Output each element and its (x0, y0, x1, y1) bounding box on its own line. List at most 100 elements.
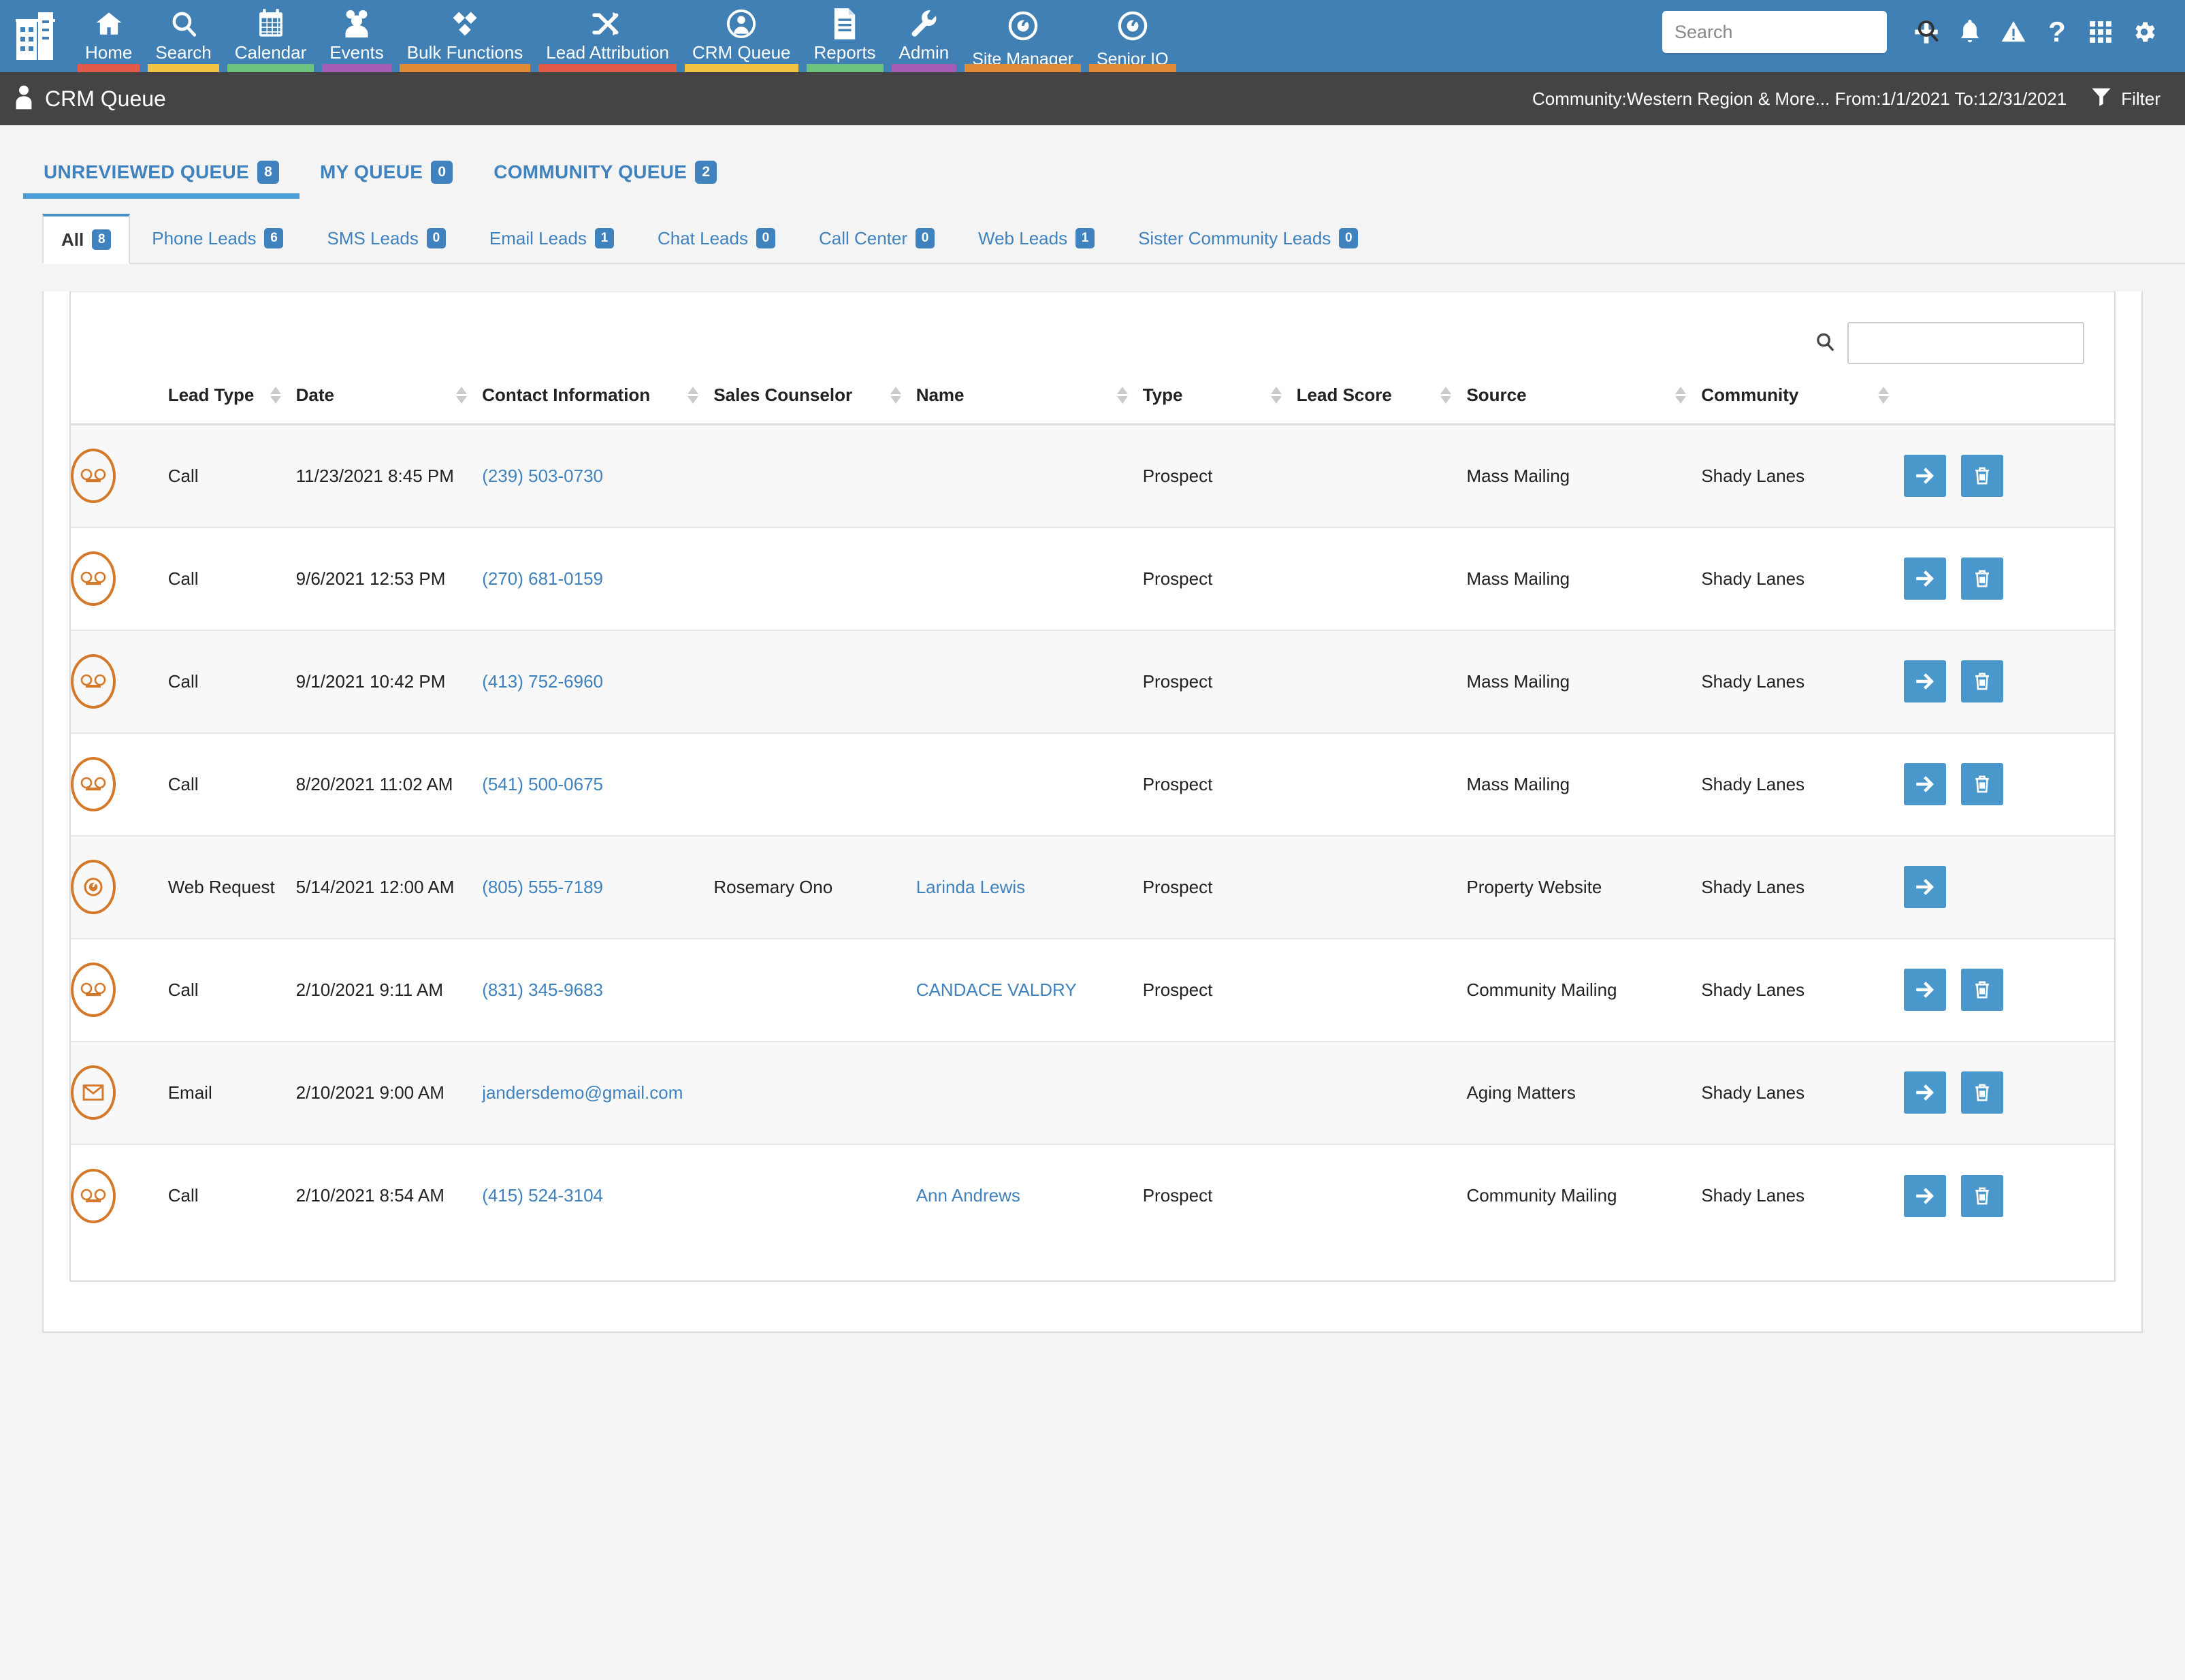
delete-lead-button[interactable] (1960, 1174, 2003, 1217)
subtab-all[interactable]: All 8 (42, 214, 131, 264)
forward-lead-button[interactable] (1903, 969, 1946, 1011)
filter-button[interactable]: Filter (2091, 86, 2165, 112)
nav-item-site-manager[interactable]: Site Manager (960, 0, 1085, 72)
help-button[interactable]: ? (2035, 10, 2079, 54)
global-search[interactable] (1662, 11, 1939, 53)
contact-link[interactable]: (239) 503-0730 (482, 466, 603, 486)
cell-contact-information[interactable]: (270) 681-0159 (482, 527, 714, 631)
alerts-button[interactable] (1992, 10, 2035, 54)
subtab-sms-leads[interactable]: SMS Leads 0 (305, 214, 467, 263)
delete-lead-button[interactable] (1960, 969, 2003, 1011)
settings-button[interactable] (2122, 10, 2166, 54)
forward-lead-button[interactable] (1903, 763, 1946, 805)
table-row[interactable]: Email 2/10/2021 9:00 AM jandersdemo@gmail.… (71, 1041, 2114, 1145)
col-community[interactable]: Community (1701, 375, 1904, 425)
contact-link[interactable]: (541) 500-0675 (482, 774, 603, 794)
forward-lead-button[interactable] (1903, 1174, 1946, 1217)
tab-my-queue[interactable]: MY QUEUE 0 (300, 161, 473, 199)
col-contact-information[interactable]: Contact Information (482, 375, 714, 425)
forward-lead-button[interactable] (1903, 660, 1946, 702)
cell-contact-information[interactable]: jandersdemo@gmail.com (482, 1041, 714, 1145)
nav-item-bulk-functions[interactable]: Bulk Functions (395, 0, 535, 72)
cell-name[interactable]: Ann Andrews (916, 1144, 1143, 1247)
table-row[interactable]: Call 9/1/2021 10:42 PM (413) 752-6960 Prosp… (71, 630, 2114, 734)
delete-lead-button[interactable] (1960, 1071, 2003, 1114)
table-row[interactable]: Call 8/20/2021 11:02 AM (541) 500-0675 Pros… (71, 732, 2114, 837)
nav-item-admin[interactable]: Admin (888, 0, 961, 72)
cell-contact-information[interactable]: (805) 555-7189 (482, 835, 714, 939)
cell-contact-information[interactable]: (541) 500-0675 (482, 732, 714, 837)
forward-lead-button[interactable] (1903, 1071, 1946, 1114)
sort-icon[interactable] (1116, 387, 1128, 404)
sort-icon[interactable] (890, 387, 901, 404)
subtab-phone-leads[interactable]: Phone Leads 6 (130, 214, 305, 263)
name-link[interactable]: Ann Andrews (916, 1185, 1020, 1206)
delete-lead-button[interactable] (1960, 763, 2003, 805)
cell-name[interactable]: Larinda Lewis (916, 835, 1143, 939)
sort-icon[interactable] (456, 387, 468, 404)
apps-button[interactable] (2079, 10, 2122, 54)
tab-unreviewed-queue[interactable]: UNREVIEWED QUEUE 8 (23, 161, 300, 199)
nav-item-reports[interactable]: Reports (803, 0, 888, 72)
col-type[interactable]: Type (1142, 375, 1297, 425)
nav-item-crm-queue[interactable]: CRM Queue (681, 0, 803, 72)
table-row[interactable]: Call 2/10/2021 8:54 AM (415) 524-3104 Ann A… (71, 1144, 2114, 1247)
forward-lead-button[interactable] (1903, 558, 1946, 600)
contact-link[interactable]: (805) 555-7189 (482, 877, 603, 897)
table-row[interactable]: Call 9/6/2021 12:53 PM (270) 681-0159 Prosp… (71, 527, 2114, 631)
cell-name[interactable]: CANDACE VALDRY (916, 938, 1143, 1042)
contact-link[interactable]: jandersdemo@gmail.com (482, 1082, 683, 1103)
delete-lead-button[interactable] (1960, 455, 2003, 498)
delete-lead-button[interactable] (1960, 660, 2003, 702)
table-search-input[interactable] (1847, 322, 2084, 364)
building-logo-icon[interactable] (11, 4, 61, 67)
cell-contact-information[interactable]: (413) 752-6960 (482, 630, 714, 734)
col-lead-type[interactable]: Lead Type (167, 375, 296, 425)
cell-type: Prospect (1142, 1185, 1213, 1206)
col-lead-score[interactable]: Lead Score (1296, 375, 1467, 425)
sort-icon[interactable] (270, 387, 281, 404)
delete-lead-button[interactable] (1960, 558, 2003, 600)
sort-icon[interactable] (687, 387, 699, 404)
nav-item-lead-attribution[interactable]: Lead Attribution (534, 0, 681, 72)
forward-lead-button[interactable] (1903, 866, 1946, 908)
col-date[interactable]: Date (295, 375, 483, 425)
sort-icon[interactable] (1440, 387, 1452, 404)
table-row[interactable]: Call 2/10/2021 9:11 AM (831) 345-9683 CANDA… (71, 938, 2114, 1042)
cell-name (916, 1041, 1143, 1145)
cell-contact-information[interactable]: (239) 503-0730 (482, 424, 714, 528)
cell-contact-information[interactable]: (415) 524-3104 (482, 1144, 713, 1247)
notifications-button[interactable] (1948, 10, 1992, 54)
search-icon[interactable] (1815, 332, 1835, 355)
col-sales-counselor[interactable]: Sales Counselor (713, 375, 916, 425)
cell-contact-information[interactable]: (831) 345-9683 (482, 938, 714, 1042)
contact-link[interactable]: (831) 345-9683 (482, 980, 603, 1000)
forward-lead-button[interactable] (1903, 455, 1946, 498)
subtab-web-leads[interactable]: Web Leads 1 (956, 214, 1116, 263)
name-link[interactable]: Larinda Lewis (916, 877, 1025, 897)
contact-link[interactable]: (415) 524-3104 (482, 1185, 603, 1206)
sort-icon[interactable] (1675, 387, 1687, 404)
subtab-chat-leads[interactable]: Chat Leads 0 (636, 214, 797, 263)
col-name[interactable]: Name (916, 375, 1143, 425)
name-link[interactable]: CANDACE VALDRY (916, 980, 1077, 1000)
search-input[interactable] (1674, 21, 1915, 43)
sort-icon[interactable] (1877, 387, 1889, 404)
contact-link[interactable]: (270) 681-0159 (482, 568, 603, 589)
nav-item-home[interactable]: Home (74, 0, 144, 72)
nav-item-events[interactable]: Events (318, 0, 395, 72)
table-row[interactable]: Call 11/23/2021 8:45 PM (239) 503-0730 Pros… (71, 424, 2114, 528)
nav-item-senior-iq[interactable]: Senior IQ (1085, 0, 1180, 72)
tab-community-queue[interactable]: COMMUNITY QUEUE 2 (473, 161, 737, 199)
table-row[interactable]: Web Request 5/14/2021 12:00 AM (805) 555-7… (71, 835, 2114, 939)
subtab-call-center[interactable]: Call Center 0 (797, 214, 956, 263)
subtab-sister-community-leads[interactable]: Sister Community Leads 0 (1116, 214, 1380, 263)
col-source[interactable]: Source (1466, 375, 1702, 425)
subtab-email-leads[interactable]: Email Leads 1 (468, 214, 636, 263)
search-icon[interactable] (1915, 18, 1940, 46)
sort-icon[interactable] (1270, 387, 1282, 404)
contact-link[interactable]: (413) 752-6960 (482, 671, 603, 692)
nav-item-search[interactable]: Search (144, 0, 223, 72)
subtab-all-label: All (61, 229, 84, 250)
nav-item-calendar[interactable]: Calendar (223, 0, 319, 72)
